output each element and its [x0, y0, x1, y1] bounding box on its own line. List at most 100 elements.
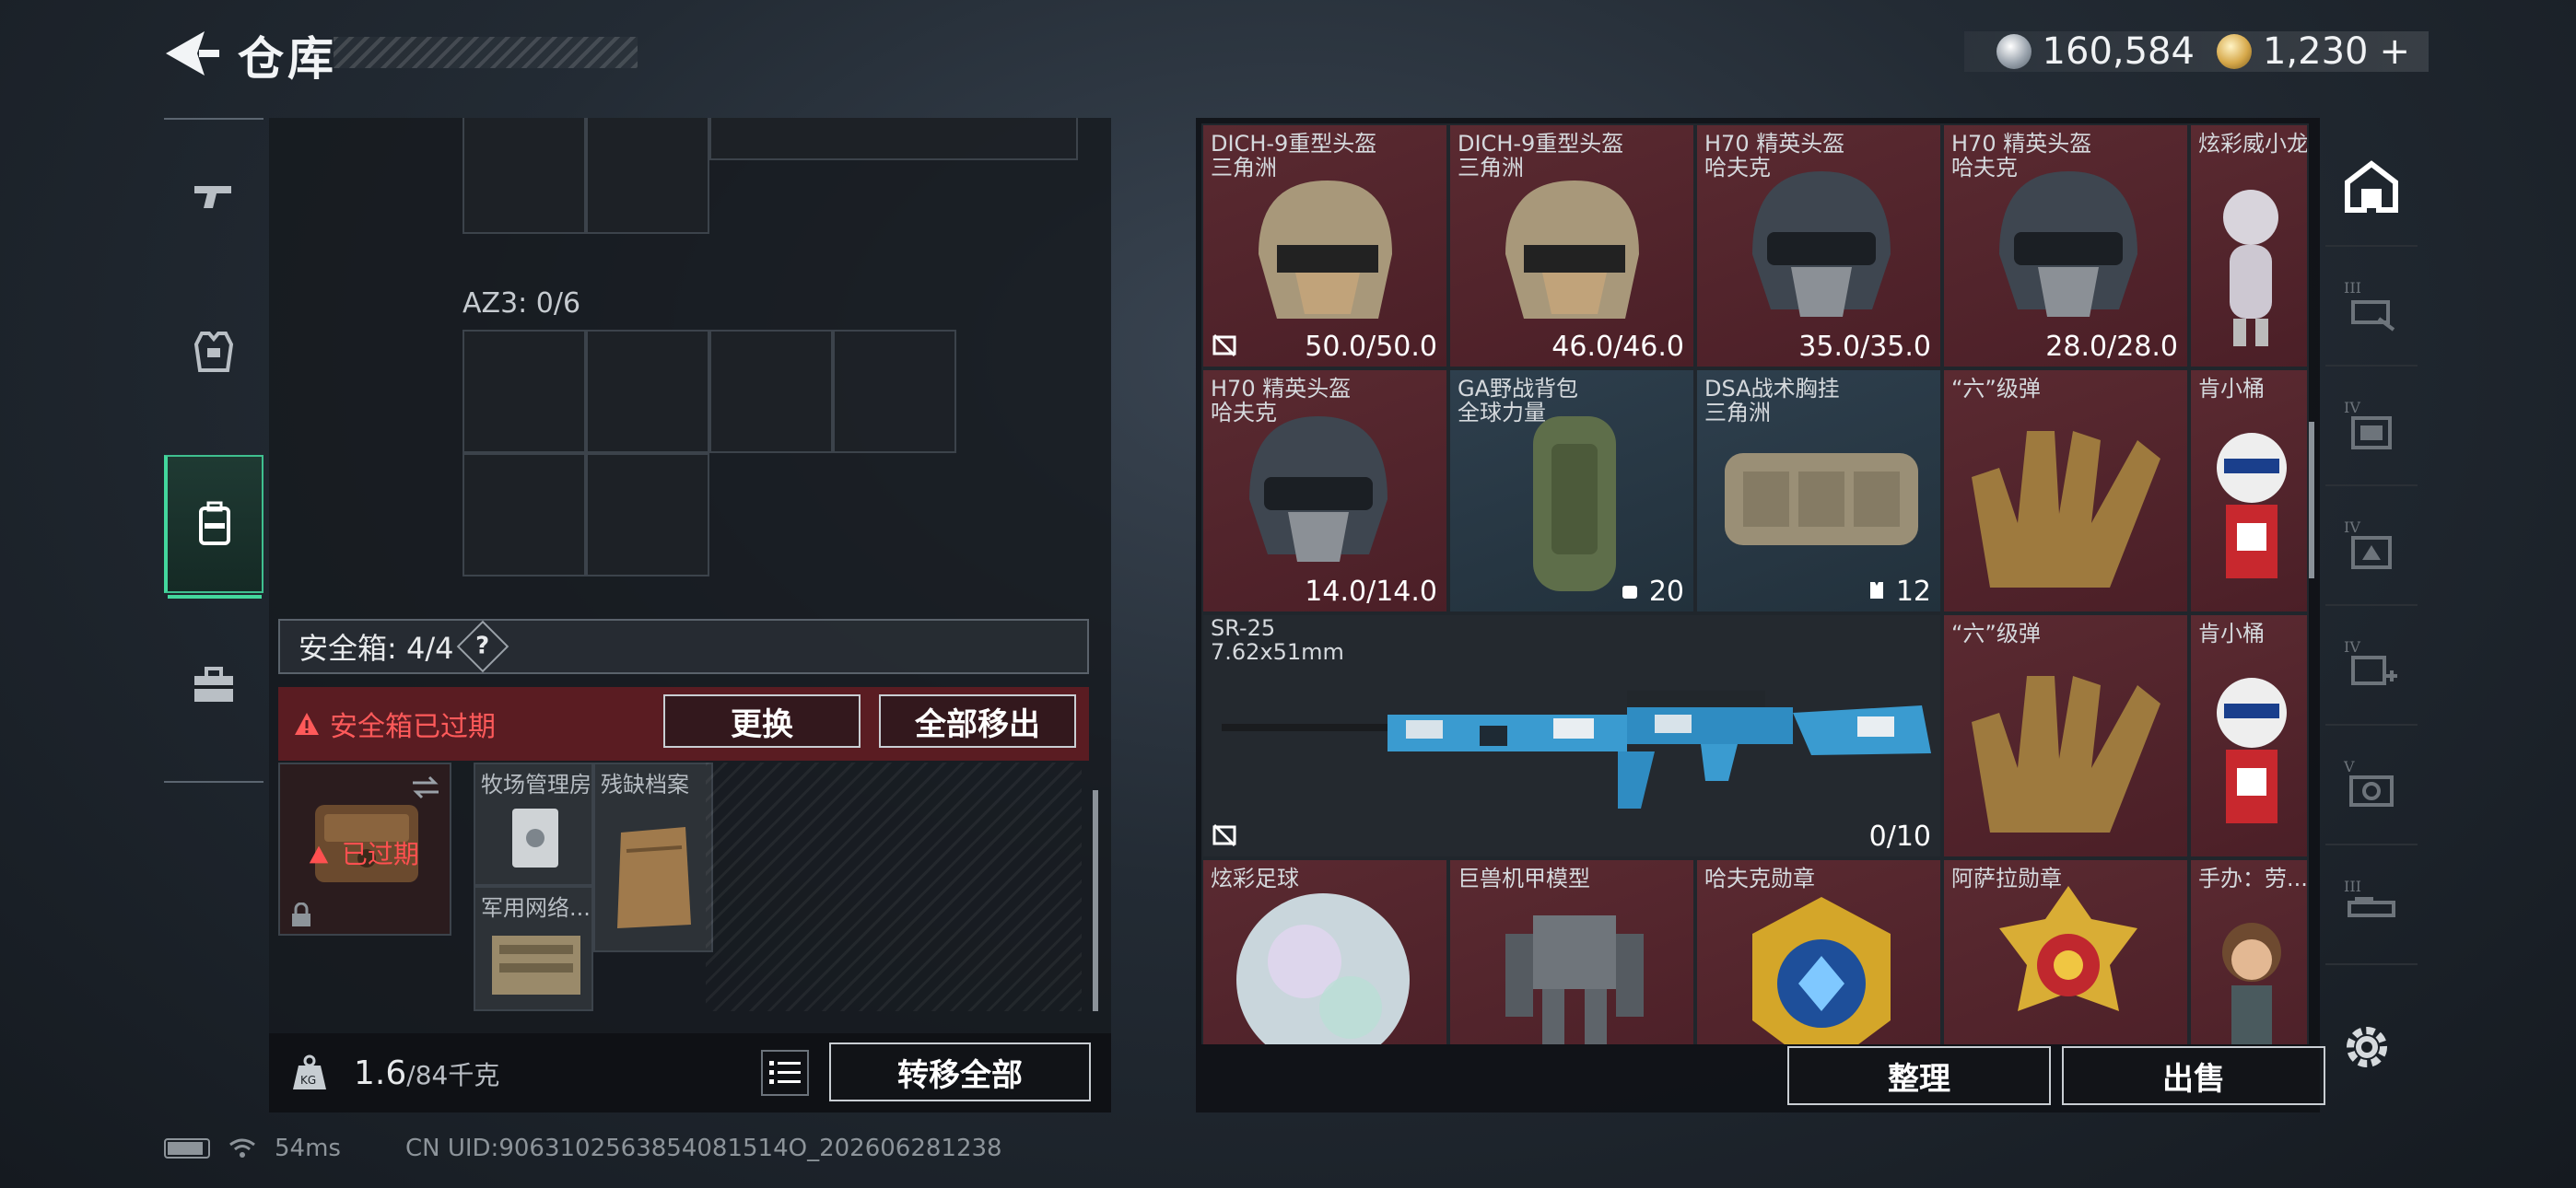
svg-text:KG: KG [300, 1074, 316, 1087]
item-capacity: 12 [1867, 576, 1931, 608]
safe-item[interactable]: 残缺档案 [593, 763, 713, 952]
item-name: 肯小桶 [2198, 376, 2265, 402]
safe-box-contents: 已过期 牧场管理房 残缺档案 军用网络... [278, 763, 1089, 1017]
item-tile[interactable]: SR-25 7.62x51mm 0/10 [1201, 613, 1942, 858]
warning-icon [309, 845, 329, 864]
medal-image [1752, 897, 1891, 1044]
category-backpack[interactable] [164, 455, 263, 599]
storage-tabs: III IV IV IV V III [2322, 118, 2423, 1039]
item-tile[interactable]: 炫彩足球 [1201, 858, 1448, 1044]
list-view-icon[interactable] [761, 1050, 809, 1096]
safe-box-label: 安全箱: 4/4 [299, 631, 454, 666]
tab-storage-2[interactable]: IV [2325, 367, 2418, 486]
item-durability: 50.0/50.0 [1305, 331, 1437, 363]
item-tile[interactable]: 阿萨拉勋章 [1942, 858, 2189, 1044]
az3-slot[interactable] [463, 330, 586, 453]
item-tile[interactable]: DICH-9重型头盔 三角洲 46.0/46.0 [1448, 123, 1695, 368]
settings-gear-icon[interactable] [2340, 1020, 2394, 1074]
ping-value: 54ms [275, 1135, 341, 1162]
item-tile[interactable]: GA野战背包 全球力量 20 [1448, 368, 1695, 613]
item-name: 巨兽机甲模型 [1458, 866, 1590, 891]
svg-text:IV: IV [2344, 638, 2360, 656]
storage-scrollbar[interactable] [1093, 790, 1098, 1011]
user-uid: CN UID:9063102563854081514O_202606281238 [404, 1135, 1002, 1162]
item-durability: 46.0/46.0 [1551, 331, 1684, 363]
safe-box-case[interactable]: 已过期 [278, 763, 451, 936]
tab-storage-1[interactable]: III [2325, 247, 2418, 367]
item-tile[interactable]: 哈夫克勋章 [1695, 858, 1942, 1044]
tab-storage-5[interactable]: V [2325, 726, 2418, 845]
item-tile[interactable]: H70 精英头盔 哈夫克 35.0/35.0 [1695, 123, 1942, 368]
add-currency-icon[interactable]: + [2379, 30, 2410, 73]
item-tile[interactable]: 肯小桶 [2189, 613, 2309, 858]
help-icon[interactable]: ? [457, 620, 509, 673]
item-tile[interactable]: DSA战术胸挂 三角洲 12 [1695, 368, 1942, 613]
item-name: “六”级弹 [1951, 376, 2041, 402]
safe-item[interactable]: 军用网络... [474, 886, 593, 1011]
safe-box-header: 安全箱: 4/4 ? [278, 619, 1089, 674]
item-tile[interactable]: H70 精英头盔 哈夫克 28.0/28.0 [1942, 123, 2189, 368]
item-tile[interactable]: 巨兽机甲模型 [1448, 858, 1695, 1044]
category-armor[interactable] [164, 282, 263, 420]
item-capacity: 20 [1620, 576, 1684, 608]
category-supplies[interactable] [164, 617, 263, 755]
currency-gold[interactable]: 1,230 + [2216, 30, 2410, 73]
armor-icon [193, 332, 234, 372]
safe-item-name: 军用网络... [481, 895, 591, 921]
item-tile[interactable]: “六”级弹 [1942, 613, 2189, 858]
replace-button[interactable]: 更换 [663, 694, 861, 748]
no-trade-icon [1212, 823, 1236, 847]
item-ammo-count: 0/10 [1868, 821, 1931, 853]
mech-model-image [1505, 915, 1644, 1044]
warning-icon [295, 713, 319, 735]
inventory-scrollbar[interactable] [2309, 422, 2314, 578]
item-tile[interactable]: H70 精英头盔 哈夫克 14.0/14.0 [1201, 368, 1448, 613]
currency-silver[interactable]: 160,584 [1996, 30, 2195, 73]
move-all-out-button[interactable]: 全部移出 [879, 694, 1076, 748]
vest-capacity-icon [1870, 582, 1884, 599]
figurine-image [2217, 678, 2287, 823]
svg-text:III: III [2344, 279, 2361, 297]
grid-slot[interactable] [586, 118, 709, 234]
az3-slot[interactable] [463, 453, 586, 577]
list-icon [769, 1061, 801, 1084]
page-title: 仓库 [238, 32, 337, 86]
az3-slot[interactable] [709, 330, 833, 453]
az3-slot[interactable] [833, 330, 956, 453]
figurine-image [2222, 923, 2281, 1044]
grid-slot[interactable] [463, 118, 586, 234]
tab-home-storage[interactable] [2325, 127, 2418, 247]
az3-slot[interactable] [586, 453, 709, 577]
svg-text:III: III [2344, 878, 2361, 895]
category-rail [164, 118, 263, 783]
item-durability: 28.0/28.0 [2045, 331, 2178, 363]
transfer-all-button[interactable]: 转移全部 [829, 1042, 1091, 1101]
tab-storage-6[interactable]: III [2325, 845, 2418, 965]
item-tile[interactable]: “六”级弹 [1942, 368, 2189, 613]
safe-item[interactable]: 牧场管理房 [474, 763, 593, 886]
item-tile[interactable]: DICH-9重型头盔 三角洲 50.0/50.0 [1201, 123, 1448, 368]
storage-tab-icon: V [2343, 758, 2394, 807]
weight-value: 1.6/84千克 [354, 1054, 500, 1092]
wifi-icon [229, 1138, 255, 1158]
football-image [1236, 893, 1410, 1044]
chest-rig-image [1725, 453, 1918, 545]
item-tile[interactable]: 肯小桶 [2189, 368, 2309, 613]
svg-text:IV: IV [2344, 399, 2360, 416]
silver-amount: 160,584 [2042, 30, 2195, 73]
az3-slot[interactable] [586, 330, 709, 453]
house-icon [2345, 160, 2398, 213]
tab-storage-4[interactable]: IV [2325, 606, 2418, 726]
figurine-image [2223, 190, 2278, 346]
svg-text:IV: IV [2344, 518, 2360, 536]
sort-button[interactable]: 整理 [1787, 1046, 2051, 1105]
sell-button[interactable]: 出售 [2062, 1046, 2325, 1105]
lock-icon [292, 903, 310, 926]
item-tile[interactable]: 手办：劳... [2189, 858, 2309, 1044]
swap-icon [413, 775, 439, 799]
category-weapons[interactable] [164, 127, 263, 265]
grid-slot[interactable] [709, 118, 1078, 160]
item-tile[interactable]: 炫彩威小龙 [2189, 123, 2309, 368]
tab-storage-3[interactable]: IV [2325, 486, 2418, 606]
back-button[interactable] [157, 26, 221, 81]
